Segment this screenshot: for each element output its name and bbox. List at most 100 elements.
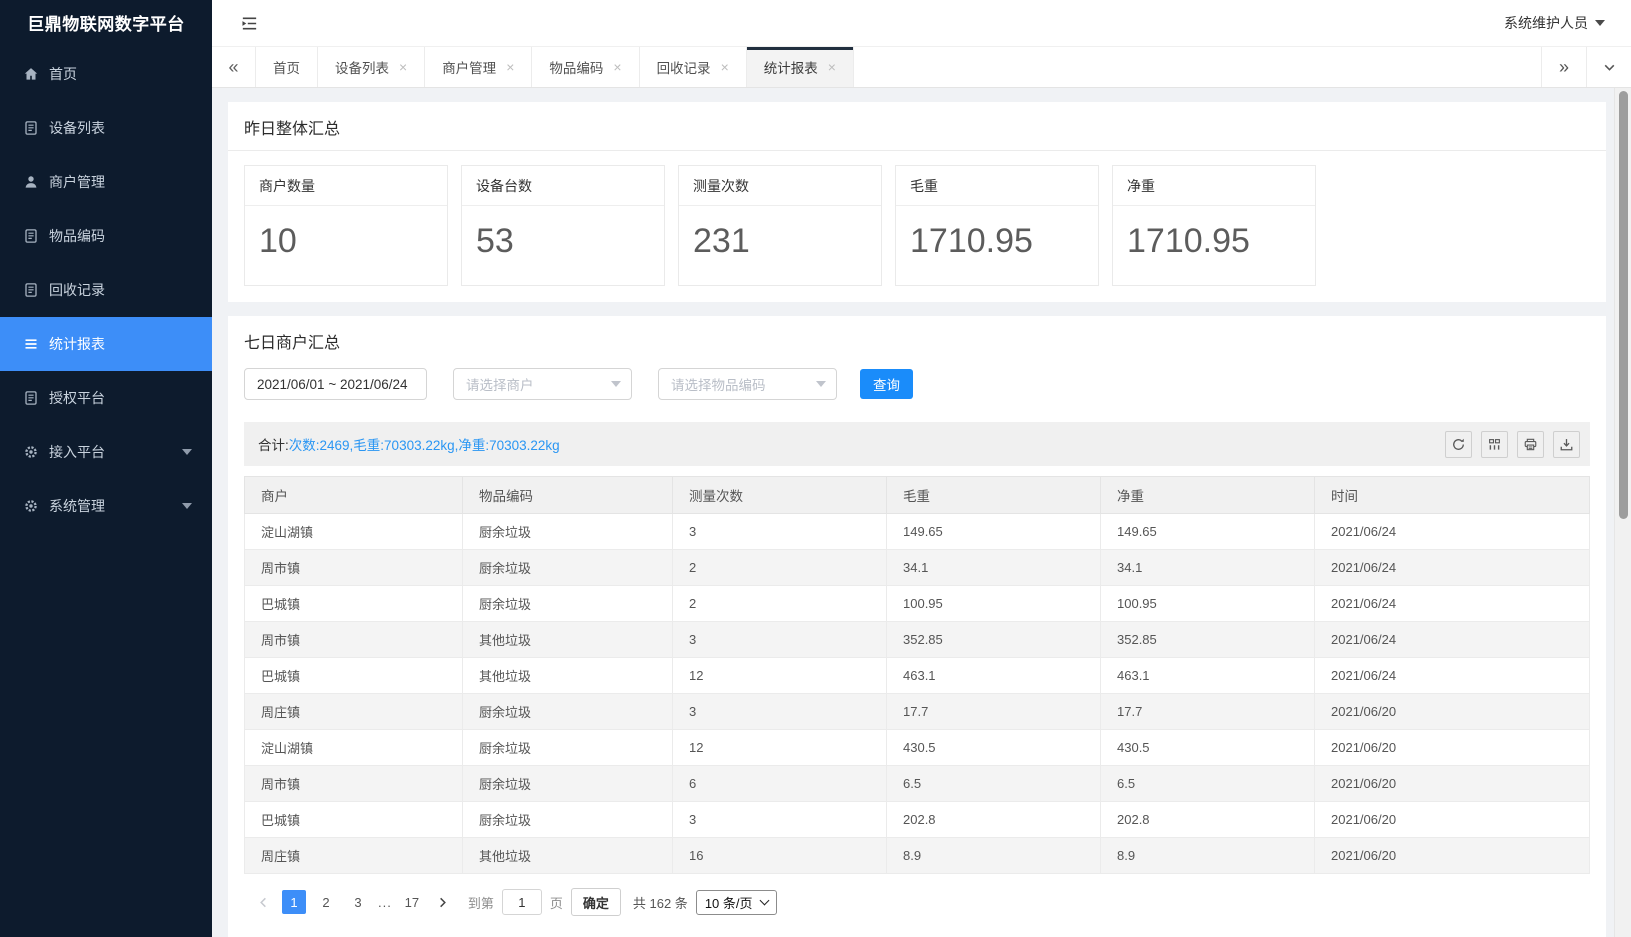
table-cell: 厨余垃圾	[463, 694, 673, 730]
close-icon[interactable]: ×	[613, 60, 621, 74]
table-row: 淀山湖镇厨余垃圾3149.65149.652021/06/24	[245, 514, 1590, 550]
table-cell: 2021/06/24	[1315, 514, 1590, 550]
table-cell: 17.7	[887, 694, 1101, 730]
doc-icon	[22, 282, 39, 299]
refresh-button[interactable]	[1445, 431, 1472, 458]
sidebar-item-3[interactable]: 物品编码	[0, 209, 212, 263]
table-cell: 厨余垃圾	[463, 514, 673, 550]
merchant-select[interactable]: 请选择商户	[453, 368, 632, 400]
item-code-select[interactable]: 请选择物品编码	[658, 368, 837, 400]
close-icon[interactable]: ×	[506, 60, 514, 74]
table-row: 巴城镇厨余垃圾2100.95100.952021/06/24	[245, 586, 1590, 622]
sidebar-collapse-button[interactable]	[240, 14, 259, 33]
tab-label: 回收记录	[657, 57, 711, 77]
totals-text: 合计:次数:2469,毛重:70303.22kg,净重:70303.22kg	[258, 434, 560, 454]
summary-card-4: 净重1710.95	[1112, 165, 1316, 286]
card-label: 毛重	[896, 166, 1098, 206]
tabs-scroll-left-button[interactable]: «	[212, 47, 256, 87]
collapse-sidebar-icon	[240, 14, 259, 33]
table-body: 淀山湖镇厨余垃圾3149.65149.652021/06/24周市镇厨余垃圾23…	[245, 514, 1590, 874]
table-row: 周市镇厨余垃圾234.134.12021/06/24	[245, 550, 1590, 586]
tab-0[interactable]: 首页	[256, 47, 318, 87]
tab-5[interactable]: 统计报表×	[747, 47, 854, 87]
table-cell: 149.65	[887, 514, 1101, 550]
column-header: 测量次数	[673, 477, 887, 514]
table-cell: 厨余垃圾	[463, 586, 673, 622]
date-range-input[interactable]	[244, 368, 427, 400]
export-button[interactable]	[1553, 431, 1580, 458]
card-label: 净重	[1113, 166, 1315, 206]
sidebar-item-label: 物品编码	[49, 226, 105, 246]
table-cell: 430.5	[887, 730, 1101, 766]
page-button-17[interactable]: 17	[400, 890, 424, 914]
table-cell: 149.65	[1101, 514, 1315, 550]
close-icon[interactable]: ×	[828, 60, 836, 74]
pagination: 123...17 到第 页 确定 共 162 条 10 条/页	[252, 888, 1590, 916]
tab-label: 物品编码	[549, 57, 603, 77]
item-code-select-placeholder: 请选择物品编码	[671, 374, 816, 394]
tab-4[interactable]: 回收记录 ×	[640, 47, 747, 87]
scrollbar-thumb[interactable]	[1619, 91, 1628, 519]
page-size-select[interactable]: 10 条/页	[696, 890, 777, 915]
printer-button[interactable]	[1517, 431, 1544, 458]
sidebar-item-2[interactable]: 商户管理	[0, 155, 212, 209]
table-cell: 2021/06/20	[1315, 838, 1590, 874]
tab-2[interactable]: 商户管理×	[425, 47, 532, 87]
content-area: 昨日整体汇总 商户数量10设备台数53测量次数231毛重1710.95净重171…	[212, 88, 1614, 937]
columns-button[interactable]	[1481, 431, 1508, 458]
gear-icon	[22, 444, 39, 461]
table-cell: 2021/06/24	[1315, 658, 1590, 694]
next-page-button[interactable]	[432, 890, 454, 914]
table-cell: 厨余垃圾	[463, 766, 673, 802]
total-count: 共 162 条	[633, 893, 688, 912]
tab-1[interactable]: 设备列表×	[318, 47, 425, 87]
user-icon	[22, 174, 39, 191]
columns-icon	[1487, 437, 1502, 452]
double-chevron-left-icon: «	[228, 57, 238, 78]
sidebar-item-0[interactable]: 首页	[0, 47, 212, 101]
sidebar-item-7[interactable]: 接入平台	[0, 425, 212, 479]
tabs-wrap: 首页设备列表×商户管理×物品编码×回收记录×统计报表×	[256, 47, 854, 87]
tabs-menu-button[interactable]	[1586, 47, 1631, 87]
totals-prefix: 合计:	[258, 438, 289, 453]
column-header: 商户	[245, 477, 463, 514]
yesterday-summary-panel: 昨日整体汇总 商户数量10设备台数53测量次数231毛重1710.95净重171…	[228, 102, 1606, 302]
app-logo: 巨鼎物联网数字平台	[0, 0, 212, 47]
table-cell: 463.1	[1101, 658, 1315, 694]
goto-page-input[interactable]	[502, 889, 542, 915]
table-cell: 6.5	[887, 766, 1101, 802]
search-button[interactable]: 查询	[860, 369, 913, 399]
sidebar-item-label: 设备列表	[49, 118, 105, 138]
report-title: 七日商户汇总	[228, 316, 1606, 364]
report-table: 商户物品编码测量次数毛重净重时间 淀山湖镇厨余垃圾3149.65149.6520…	[244, 476, 1590, 874]
sidebar-item-6[interactable]: 授权平台	[0, 371, 212, 425]
table-cell: 202.8	[887, 802, 1101, 838]
page-button-2[interactable]: 2	[314, 890, 338, 914]
table-cell: 12	[673, 730, 887, 766]
card-value: 1710.95	[1113, 206, 1315, 285]
sidebar-item-4[interactable]: 回收记录	[0, 263, 212, 317]
sidebar-item-label: 回收记录	[49, 280, 105, 300]
column-header: 净重	[1101, 477, 1315, 514]
page-button-1[interactable]: 1	[282, 890, 306, 914]
sidebar-item-5[interactable]: 统计报表	[0, 317, 212, 371]
tabs-scroll-right-button[interactable]: »	[1541, 47, 1586, 87]
chevron-down-icon	[1602, 60, 1617, 75]
table-cell: 12	[673, 658, 887, 694]
user-menu[interactable]: 系统维护人员	[1504, 13, 1605, 33]
sidebar-item-8[interactable]: 系统管理	[0, 479, 212, 533]
previous-page-button[interactable]	[252, 890, 274, 914]
close-icon[interactable]: ×	[721, 60, 729, 74]
table-cell: 34.1	[887, 550, 1101, 586]
double-chevron-right-icon: »	[1559, 57, 1569, 78]
close-icon[interactable]: ×	[399, 60, 407, 74]
sidebar-item-1[interactable]: 设备列表	[0, 101, 212, 155]
table-cell: 2021/06/20	[1315, 766, 1590, 802]
card-value: 231	[679, 206, 881, 285]
page-size-value: 10 条/页	[705, 893, 753, 912]
table-cell: 厨余垃圾	[463, 730, 673, 766]
tab-3[interactable]: 物品编码 ×	[532, 47, 639, 87]
page-button-3[interactable]: 3	[346, 890, 370, 914]
confirm-button[interactable]: 确定	[571, 888, 621, 916]
table-cell: 430.5	[1101, 730, 1315, 766]
